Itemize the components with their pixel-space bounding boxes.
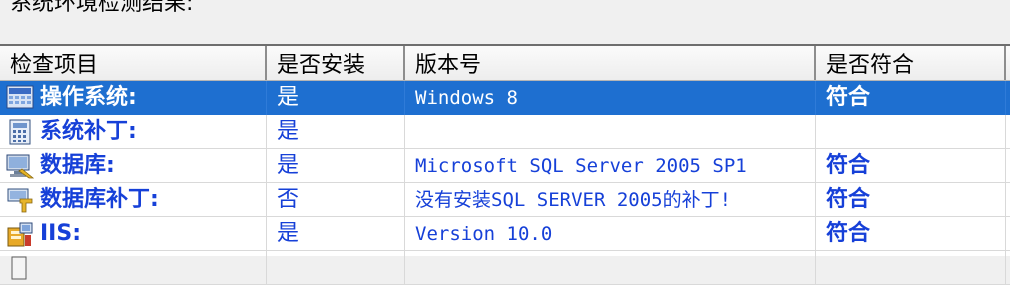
version-cell xyxy=(405,115,816,149)
table-row[interactable] xyxy=(0,251,1010,285)
column-header-version[interactable]: 版本号 xyxy=(405,46,816,80)
database-icon xyxy=(6,154,34,179)
installed-cell: 是 xyxy=(267,217,405,251)
item-cell: 数据库: xyxy=(0,149,267,183)
item-cell: 系统补丁: xyxy=(0,115,267,149)
item-label: 数据库: xyxy=(40,153,115,178)
item-cell: 操作系统: xyxy=(0,81,267,115)
item-label: IIS: xyxy=(40,221,82,246)
compliant-cell: 符合 xyxy=(816,217,1006,251)
grid-header: 检查项目 是否安装 版本号 是否符合 xyxy=(0,46,1010,81)
installed-cell: 否 xyxy=(267,183,405,217)
table-row[interactable]: IIS: 是 Version 10.0 符合 xyxy=(0,217,1010,251)
compliant-cell: 符合 xyxy=(816,149,1006,183)
item-label: 数据库补丁: xyxy=(40,187,159,212)
patch-icon xyxy=(7,188,33,213)
item-label: 操作系统: xyxy=(40,85,137,110)
column-header-compliant[interactable]: 是否符合 xyxy=(816,46,1006,80)
server-icon xyxy=(7,222,33,247)
table-row[interactable]: 操作系统: 是 Windows 8 符合 xyxy=(0,81,1010,115)
item-label: 系统补丁: xyxy=(40,119,137,144)
item-cell: IIS: xyxy=(0,217,267,251)
version-cell: 没有安装SQL SERVER 2005的补丁! xyxy=(405,183,816,217)
installed-cell: 是 xyxy=(267,81,405,115)
version-cell xyxy=(405,251,816,285)
table-row[interactable]: 系统补丁: 是 xyxy=(0,115,1010,149)
installed-cell xyxy=(267,251,405,285)
version-cell: Windows 8 xyxy=(405,81,816,115)
column-header-item[interactable]: 检查项目 xyxy=(0,46,267,80)
installed-cell: 是 xyxy=(267,149,405,183)
result-caption: 系统环境检测结果: xyxy=(10,0,194,16)
column-header-installed[interactable]: 是否安装 xyxy=(267,46,405,80)
compliant-cell xyxy=(816,115,1006,149)
item-cell: 数据库补丁: xyxy=(0,183,267,217)
table-row[interactable]: 数据库补丁: 否 没有安装SQL SERVER 2005的补丁! 符合 xyxy=(0,183,1010,217)
item-cell xyxy=(0,251,267,285)
check-results-grid[interactable]: 检查项目 是否安装 版本号 是否符合 操作系统: 是 Windows 8 符合 … xyxy=(0,44,1010,285)
monitor-icon xyxy=(6,85,34,109)
table-row[interactable]: 数据库: 是 Microsoft SQL Server 2005 SP1 符合 xyxy=(0,149,1010,183)
version-cell: Microsoft SQL Server 2005 SP1 xyxy=(405,149,816,183)
installed-cell: 是 xyxy=(267,115,405,149)
document-icon xyxy=(11,256,27,280)
compliant-cell xyxy=(816,251,1006,285)
calculator-icon xyxy=(9,119,31,145)
version-cell: Version 10.0 xyxy=(405,217,816,251)
compliant-cell: 符合 xyxy=(816,81,1006,115)
compliant-cell: 符合 xyxy=(816,183,1006,217)
